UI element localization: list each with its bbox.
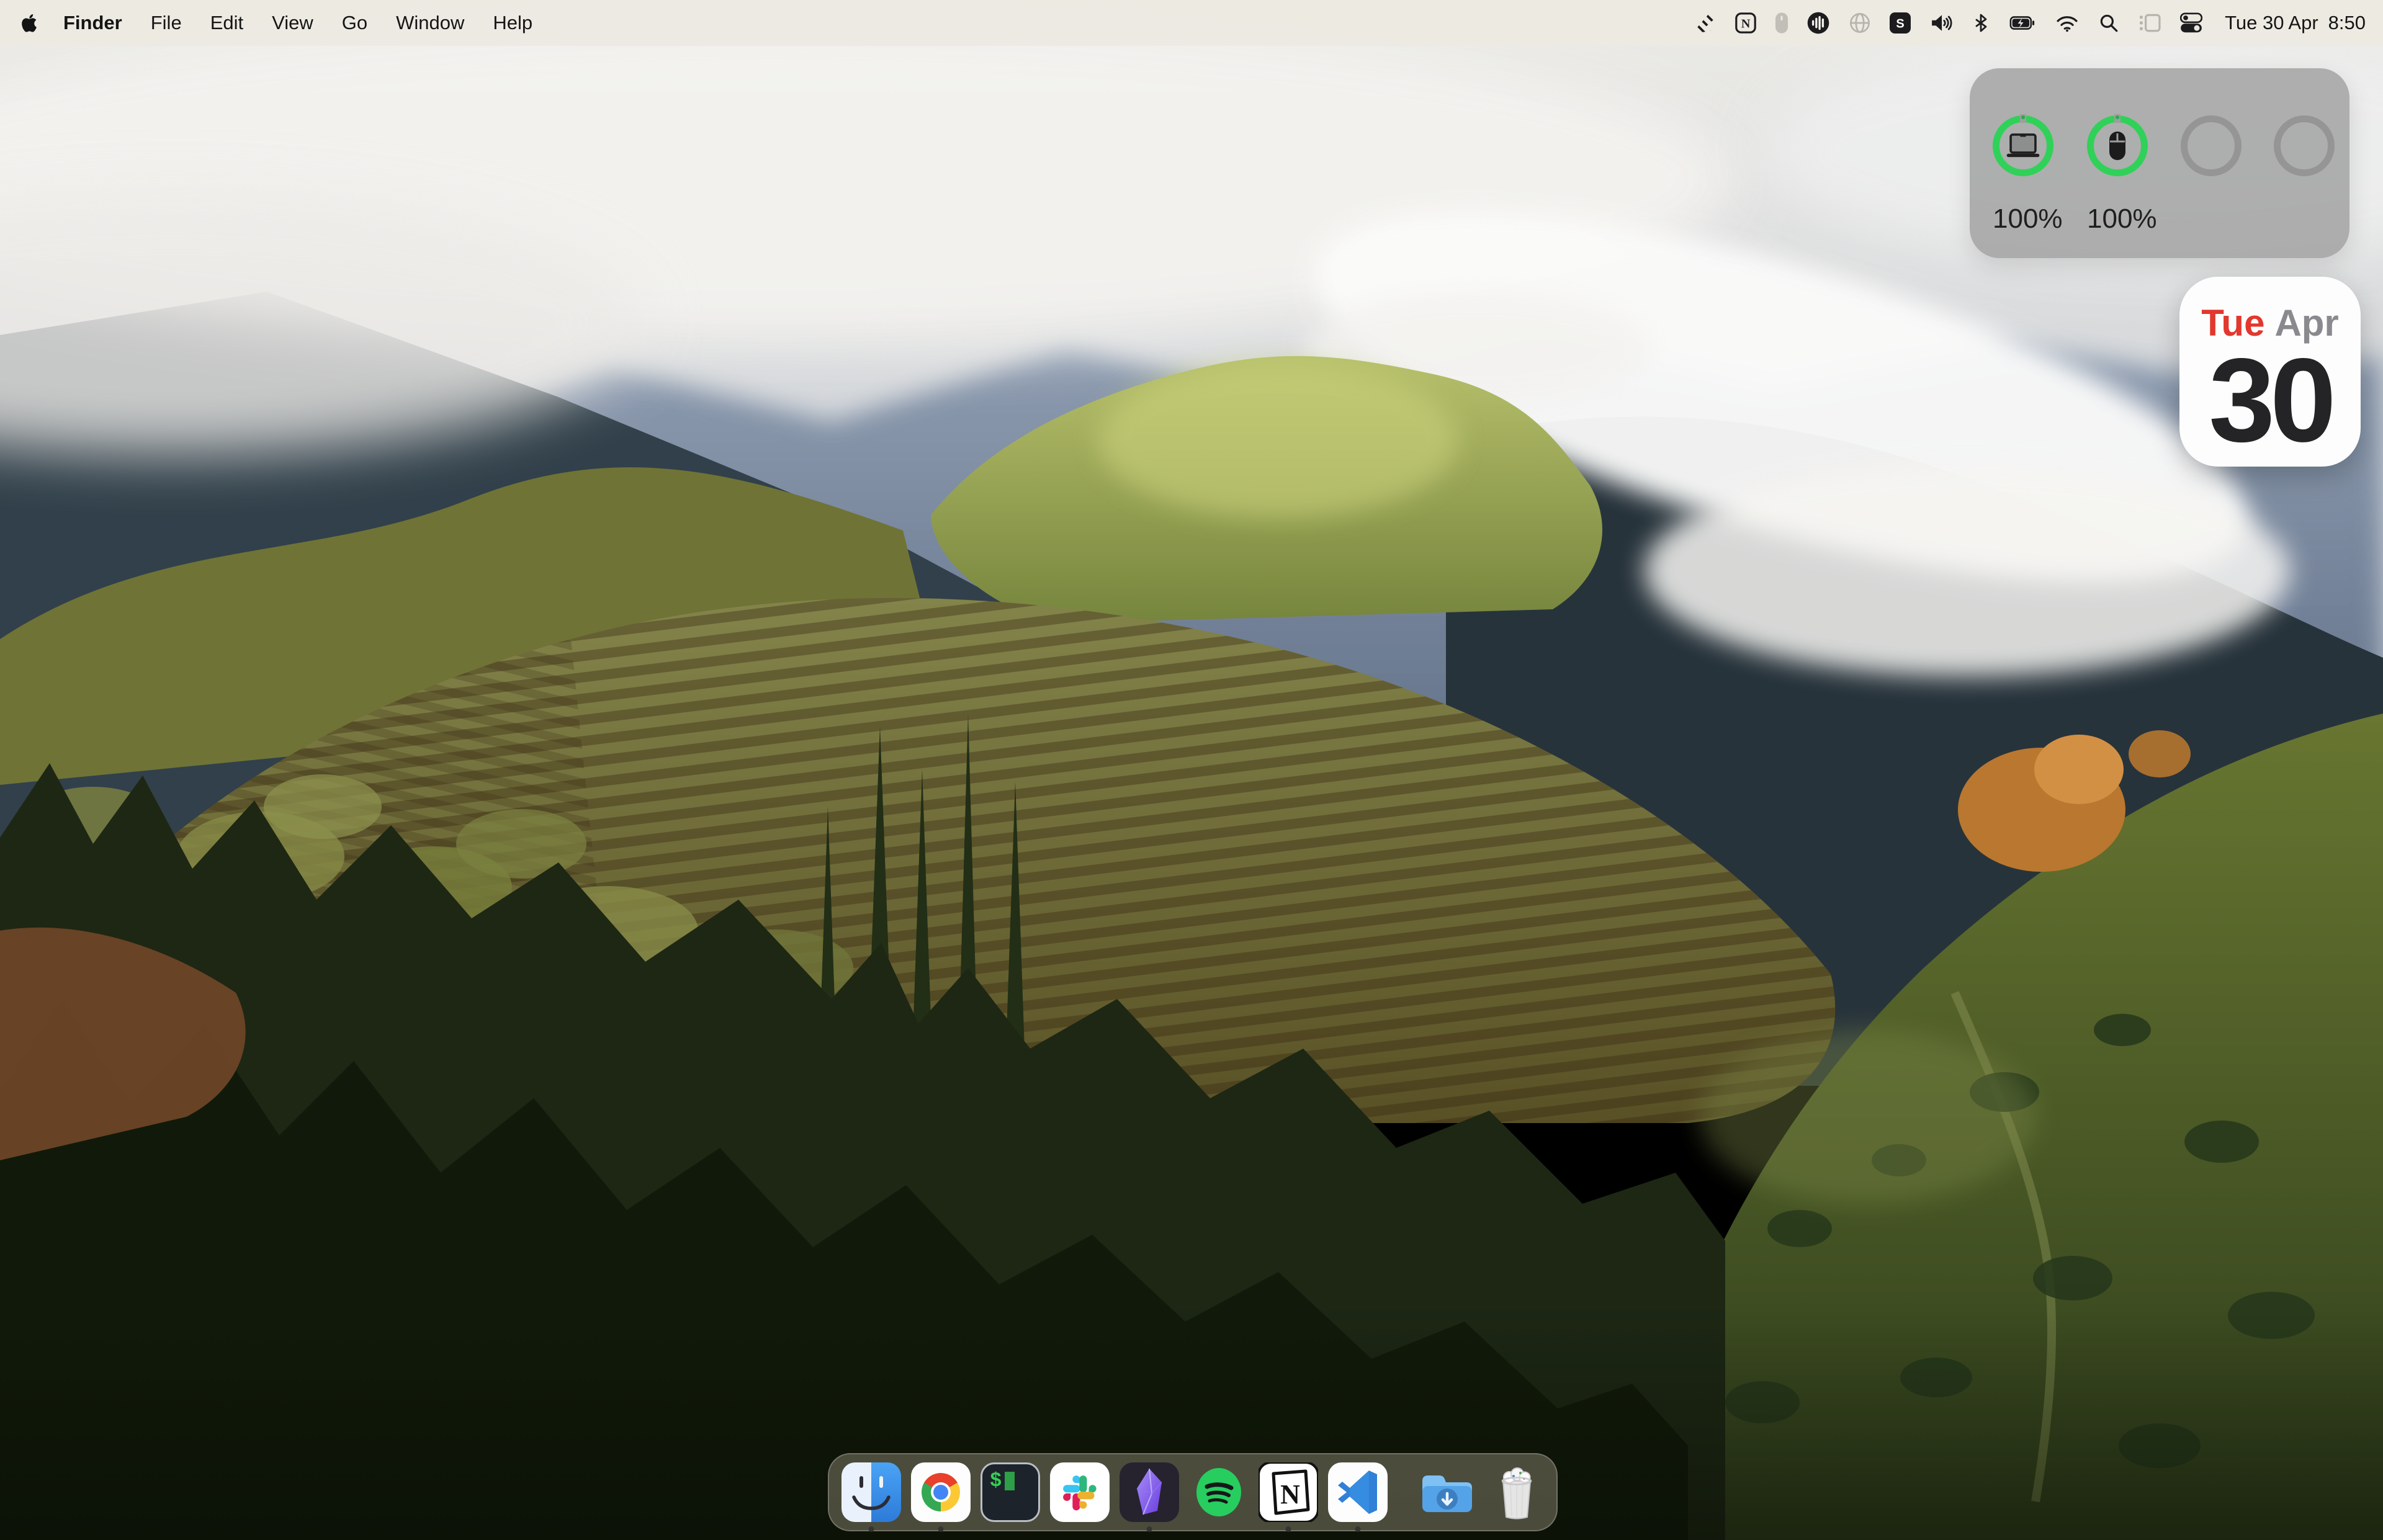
globe-icon[interactable] bbox=[1849, 9, 1871, 37]
menu-go[interactable]: Go bbox=[342, 12, 367, 34]
menu-help[interactable]: Help bbox=[493, 12, 532, 34]
apple-menu-icon[interactable] bbox=[20, 12, 41, 34]
dock-item-downloads-folder[interactable] bbox=[1417, 1462, 1477, 1522]
downloads-folder-icon bbox=[1417, 1462, 1477, 1522]
notion-menu-icon[interactable]: N bbox=[1735, 9, 1757, 37]
notion-icon: N bbox=[1259, 1462, 1318, 1522]
ring-notch bbox=[2114, 114, 2120, 123]
ring-notch bbox=[2020, 114, 2026, 123]
chrome-icon bbox=[911, 1462, 971, 1522]
dock-item-trash-full[interactable] bbox=[1487, 1462, 1546, 1522]
wifi-icon[interactable] bbox=[2055, 9, 2080, 37]
dock-item-finder[interactable] bbox=[841, 1462, 901, 1522]
desktop: Finder File Edit View Go Window Help bbox=[0, 0, 2383, 1540]
slack-icon bbox=[1050, 1462, 1110, 1522]
battery-percent-mouse: 100% bbox=[2087, 204, 2148, 235]
dock: $ bbox=[828, 1453, 1558, 1531]
control-center-icon[interactable] bbox=[2180, 9, 2202, 37]
obsidian-icon bbox=[1120, 1462, 1179, 1522]
menu-edit[interactable]: Edit bbox=[210, 12, 243, 34]
running-indicator bbox=[938, 1526, 944, 1532]
s-letter: S bbox=[1896, 17, 1904, 30]
terminal-prompt: $ bbox=[990, 1469, 1002, 1492]
menubar-clock[interactable]: Tue 30 Apr 8:50 bbox=[2225, 12, 2366, 34]
bluetooth-icon[interactable] bbox=[1972, 9, 1990, 37]
finder-icon bbox=[841, 1462, 901, 1522]
menu-view[interactable]: View bbox=[272, 12, 313, 34]
spotlight-search-icon[interactable] bbox=[2098, 9, 2119, 37]
battery-percent-laptop: 100% bbox=[1993, 204, 2053, 235]
battery-widget[interactable]: 100% 100% bbox=[1970, 68, 2349, 258]
dock-item-visual-studio-code[interactable] bbox=[1328, 1462, 1388, 1522]
menu-window[interactable]: Window bbox=[396, 12, 464, 34]
battery-ring-mouse bbox=[2087, 115, 2148, 176]
running-indicator bbox=[1355, 1526, 1361, 1532]
mouse-device-icon[interactable] bbox=[1775, 9, 1788, 37]
terminal-cursor bbox=[1005, 1472, 1015, 1490]
active-app-menu[interactable]: Finder bbox=[63, 12, 122, 34]
running-indicator bbox=[1147, 1526, 1152, 1532]
s-app-icon[interactable]: S bbox=[1890, 9, 1911, 37]
dock-item-notion[interactable]: N bbox=[1259, 1462, 1318, 1522]
battery-ring-empty bbox=[2274, 115, 2335, 176]
krisp-waveform-icon[interactable] bbox=[1806, 9, 1830, 37]
battery-charging-icon[interactable] bbox=[2009, 9, 2036, 37]
dock-item-slack[interactable] bbox=[1050, 1462, 1110, 1522]
mouse-icon bbox=[2109, 131, 2126, 161]
battery-ring-empty bbox=[2181, 115, 2242, 176]
menu-file[interactable]: File bbox=[151, 12, 182, 34]
clock-date: Tue 30 Apr bbox=[2225, 12, 2318, 34]
calendar-day: 30 bbox=[2209, 346, 2331, 455]
stage-manager-icon[interactable] bbox=[2138, 9, 2161, 37]
vscode-icon bbox=[1328, 1462, 1388, 1522]
running-indicator bbox=[869, 1526, 874, 1532]
dock-item-obsidian[interactable] bbox=[1120, 1462, 1179, 1522]
svg-text:N: N bbox=[1280, 1479, 1300, 1510]
notion-letter: N bbox=[1741, 17, 1751, 30]
volume-icon[interactable] bbox=[1929, 9, 1953, 37]
calendar-widget[interactable]: Tue Apr 30 bbox=[2179, 277, 2361, 467]
running-indicator bbox=[1286, 1526, 1291, 1532]
clock-time: 8:50 bbox=[2328, 12, 2366, 34]
dock-item-google-chrome[interactable] bbox=[911, 1462, 971, 1522]
spotify-icon bbox=[1189, 1462, 1249, 1522]
laptop-icon bbox=[2005, 132, 2041, 160]
menu-bar: Finder File Edit View Go Window Help bbox=[0, 0, 2383, 46]
striped-arrow-app-icon[interactable] bbox=[1694, 9, 1716, 37]
battery-ring-laptop bbox=[1993, 115, 2053, 176]
dock-item-terminal[interactable]: $ bbox=[981, 1462, 1040, 1522]
terminal-icon: $ bbox=[981, 1462, 1040, 1522]
dock-item-spotify[interactable] bbox=[1189, 1462, 1249, 1522]
trash-full-icon bbox=[1487, 1462, 1546, 1522]
